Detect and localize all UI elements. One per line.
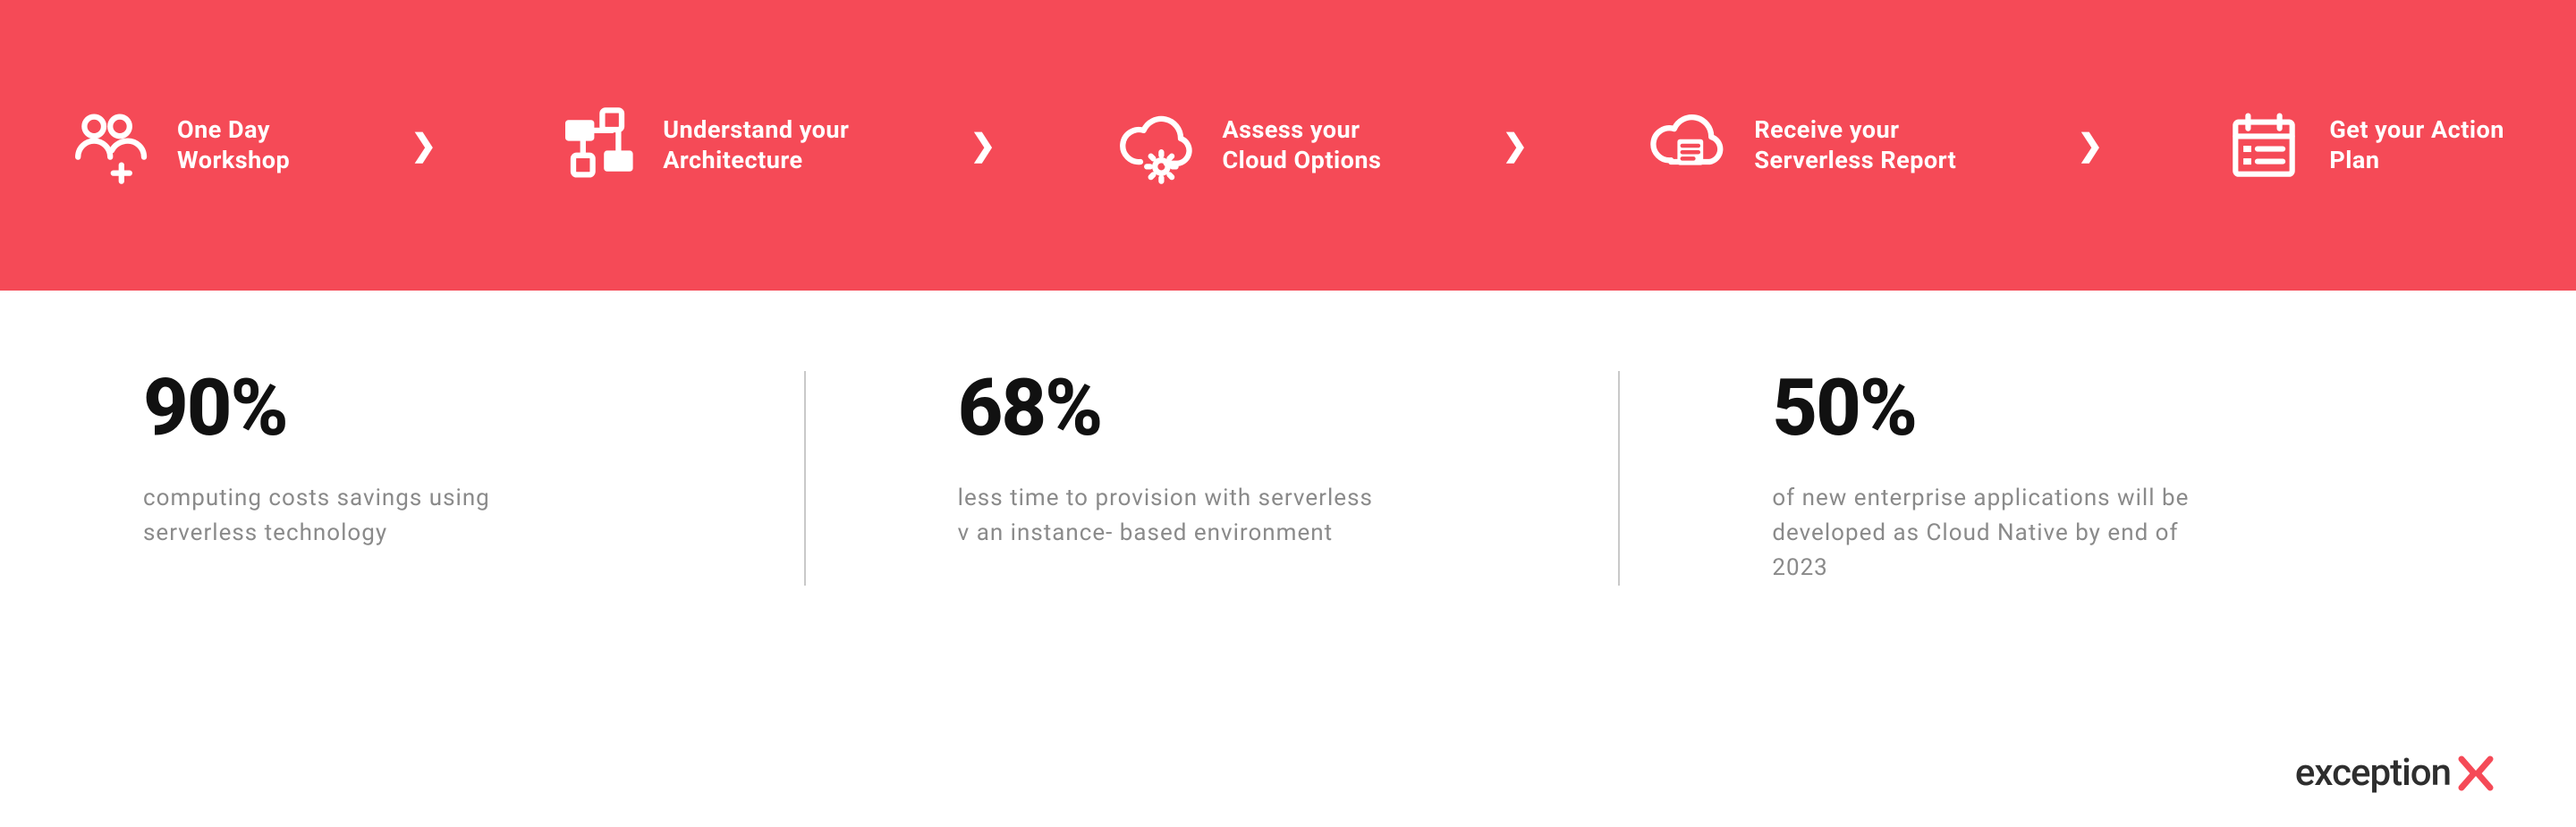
stats-row: 90% computing costs savings using server…	[0, 291, 2576, 586]
brand-mark-icon	[2456, 754, 2496, 793]
divider	[804, 371, 806, 586]
stat-desc: less time to provision with serverless v…	[958, 481, 1378, 551]
chevron-right-icon: ❯	[970, 128, 996, 164]
cloud-report-icon	[1648, 105, 1729, 186]
people-plus-icon	[72, 105, 152, 186]
brand-logo: exception	[2295, 751, 2496, 795]
step-label: Receive yourServerless Report	[1754, 115, 1956, 176]
chevron-right-icon: ❯	[411, 128, 436, 164]
stat-value: 90%	[143, 362, 750, 454]
stat-value: 50%	[1772, 362, 2379, 454]
step-understand-architecture: Understand yourArchitecture	[557, 105, 849, 186]
stat-cloud-native: 50% of new enterprise applications will …	[1772, 362, 2433, 586]
step-label: One DayWorkshop	[177, 115, 290, 176]
chevron-right-icon: ❯	[2078, 128, 2104, 164]
calendar-list-icon	[2224, 105, 2304, 186]
stat-cost-savings: 90% computing costs savings using server…	[143, 362, 804, 551]
step-label: Get your ActionPlan	[2329, 115, 2504, 176]
divider	[1618, 371, 1620, 586]
chevron-right-icon: ❯	[1503, 128, 1529, 164]
step-one-day-workshop: One DayWorkshop	[72, 105, 290, 186]
stat-provision-time: 68% less time to provision with serverle…	[958, 362, 1619, 551]
step-label: Assess yourCloud Options	[1222, 115, 1381, 176]
process-steps-bar: One DayWorkshop ❯ Understand yourArchite…	[0, 0, 2576, 291]
step-label: Understand yourArchitecture	[663, 115, 849, 176]
step-assess-cloud-options: Assess yourCloud Options	[1116, 105, 1381, 186]
brand-text: exception	[2295, 751, 2451, 795]
step-serverless-report: Receive yourServerless Report	[1648, 105, 1956, 186]
stat-desc: of new enterprise applications will be d…	[1772, 481, 2192, 586]
stat-desc: computing costs savings using serverless…	[143, 481, 564, 551]
architecture-icon	[557, 105, 638, 186]
step-action-plan: Get your ActionPlan	[2224, 105, 2504, 186]
cloud-gear-icon	[1116, 105, 1197, 186]
stat-value: 68%	[958, 362, 1565, 454]
